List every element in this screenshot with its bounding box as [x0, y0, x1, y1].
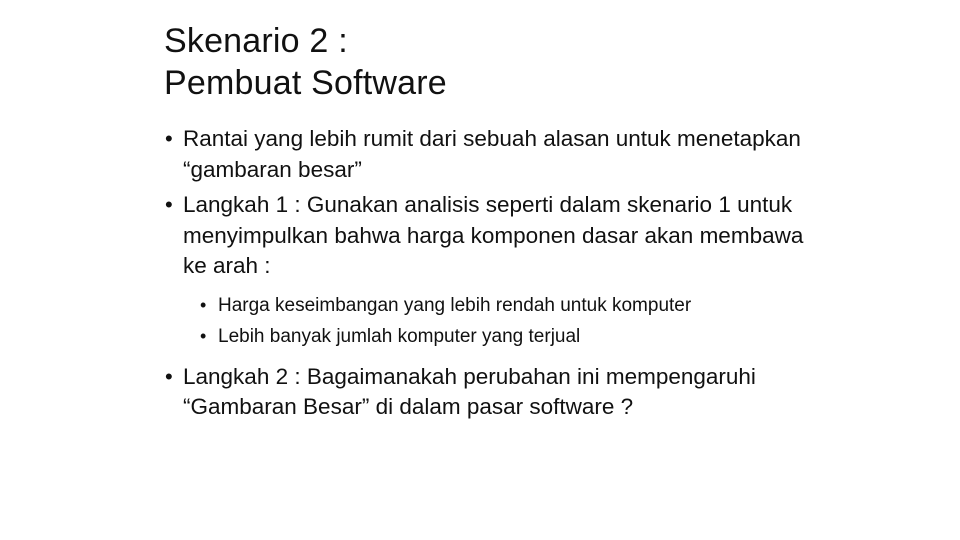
- sub-bullet-item: • Lebih banyak jumlah komputer yang terj…: [183, 321, 824, 352]
- bullet-item: • Langkah 1 : Gunakan analisis seperti d…: [164, 190, 824, 352]
- slide-title: Skenario 2 : Pembuat Software: [164, 20, 447, 104]
- sub-bullet-text: Lebih banyak jumlah komputer yang terjua…: [218, 325, 581, 347]
- bullet-list: • Rantai yang lebih rumit dari sebuah al…: [164, 124, 824, 428]
- bullet-text: Langkah 2 : Bagaimanakah perubahan ini m…: [183, 363, 756, 420]
- bullet-item: • Rantai yang lebih rumit dari sebuah al…: [164, 124, 824, 185]
- slide: Skenario 2 : Pembuat Software • Rantai y…: [0, 0, 960, 540]
- bullet-icon: •: [165, 126, 173, 151]
- bullet-text: Langkah 1 : Gunakan analisis seperti dal…: [183, 192, 804, 278]
- bullet-icon: •: [165, 192, 173, 217]
- title-line-2: Pembuat Software: [164, 64, 447, 102]
- sub-bullet-icon: •: [200, 325, 207, 346]
- bullet-item: • Langkah 2 : Bagaimanakah perubahan ini…: [164, 362, 824, 423]
- title-line-1: Skenario 2 :: [164, 22, 348, 60]
- sub-bullet-text: Harga keseimbangan yang lebih rendah unt…: [218, 294, 692, 316]
- bullet-text: Rantai yang lebih rumit dari sebuah alas…: [183, 126, 801, 182]
- sub-bullet-list: • Harga keseimbangan yang lebih rendah u…: [183, 290, 824, 352]
- bullet-icon: •: [165, 363, 173, 389]
- sub-bullet-icon: •: [200, 294, 207, 315]
- sub-bullet-item: • Harga keseimbangan yang lebih rendah u…: [183, 290, 824, 321]
